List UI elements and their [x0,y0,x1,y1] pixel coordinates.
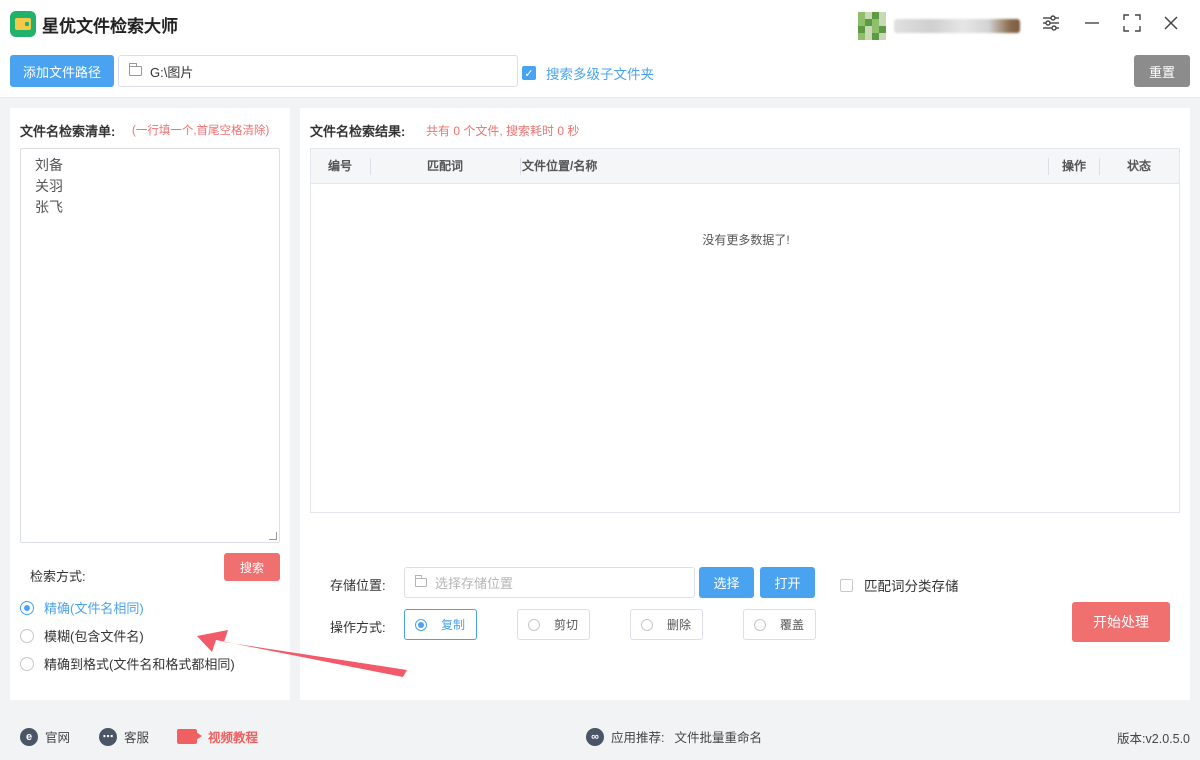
version-label: 版本:v2.0.5.0 [1117,732,1190,746]
folder-icon [129,63,142,76]
ie-icon: e [20,727,38,746]
path-input[interactable]: G:\图片 [118,55,518,87]
radio-icon[interactable] [641,618,653,631]
recommend-app-link[interactable]: 文件批量重命名 [674,727,762,746]
app-title: 星优文件检索大师 [42,17,178,36]
search-list-panel: 文件名检索清单: (一行填一个,首尾空格清除) 刘备 关羽 张飞 检索方式: 搜… [10,108,290,700]
recommend-label: 应用推荐: [611,731,665,745]
search-list-title: 文件名检索清单: [20,124,116,139]
search-button[interactable]: 搜索 [224,553,280,581]
names-textarea[interactable]: 刘备 关羽 张飞 [20,148,280,543]
empty-message: 没有更多数据了! [702,233,790,247]
search-mode-label: 检索方式: [30,569,86,584]
results-panel: 文件名检索结果: 共有 0 个文件, 搜索耗时 0 秒 编号 匹配词 文件位置/… [300,108,1190,700]
column-header: 操作 [1062,159,1087,173]
name-line: 关羽 [35,178,63,194]
settings-icon[interactable] [1040,12,1062,34]
op-copy-radio[interactable]: 复制 [404,609,477,640]
user-account[interactable] [858,12,1020,40]
op-overwrite-radio[interactable]: 覆盖 [743,609,816,640]
radio-selected-icon[interactable] [415,618,427,631]
mode-label: 模糊(包含文件名) [44,629,144,644]
store-location-input[interactable]: 选择存储位置 [404,567,695,598]
app-logo-icon [10,11,36,37]
resize-handle[interactable] [269,532,277,540]
maximize-icon[interactable] [1121,12,1143,34]
operation-label: 操作方式: [330,620,386,635]
minimize-icon[interactable] [1081,12,1103,34]
footer-bar: e 官网 ⋯ 客服 视频教程 ∞ 应用推荐: 文件批量重命名 版本:v2.0.5… [0,710,1200,760]
radio-icon[interactable] [754,618,766,631]
column-divider[interactable] [1048,158,1049,175]
column-divider[interactable] [520,158,521,175]
results-title: 文件名检索结果: [310,124,406,139]
mode-label: 精确(文件名相同) [44,601,144,616]
path-toolbar: 添加文件路径 G:\图片 ✓ 搜索多级子文件夹 重置 [0,46,1200,98]
website-label: 官网 [45,731,71,745]
op-label: 删除 [667,618,692,632]
link-icon: ∞ [586,727,604,746]
name-line: 张飞 [35,199,63,215]
mode-exact-radio[interactable]: 精确(文件名相同) [20,598,144,617]
service-label: 客服 [124,731,150,745]
mode-format-radio[interactable]: 精确到格式(文件名和格式都相同) [20,654,235,673]
column-header: 匹配词 [427,159,464,173]
store-location-label: 存储位置: [330,578,386,593]
recommend-area: ∞ 应用推荐: 文件批量重命名 [586,727,762,746]
video-tutorial-link[interactable]: 视频教程 [177,727,258,746]
op-cut-radio[interactable]: 剪切 [517,609,590,640]
name-line: 刘备 [35,157,63,173]
op-delete-radio[interactable]: 删除 [630,609,703,640]
radio-icon[interactable] [20,656,34,671]
table-header: 编号 匹配词 文件位置/名称 操作 状态 [311,149,1179,184]
mode-label: 精确到格式(文件名和格式都相同) [44,657,235,672]
checkbox-box[interactable] [840,578,853,592]
subfolder-label: 搜索多级子文件夹 [546,67,654,82]
path-value: G:\图片 [150,64,194,80]
op-label: 剪切 [554,618,579,632]
column-header: 状态 [1127,159,1152,173]
chat-icon: ⋯ [99,727,117,746]
open-button[interactable]: 打开 [760,567,815,598]
radio-selected-icon[interactable] [20,600,34,615]
service-link[interactable]: ⋯ 客服 [99,727,149,746]
avatar[interactable] [858,12,886,40]
choose-button[interactable]: 选择 [699,567,754,598]
check-icon[interactable]: ✓ [522,66,536,80]
video-icon [177,729,202,744]
column-header: 编号 [328,159,353,173]
column-divider[interactable] [1099,158,1100,175]
video-label: 视频教程 [208,731,259,745]
results-stat: 共有 0 个文件, 搜索耗时 0 秒 [426,124,580,138]
username-blurred [894,19,1020,33]
store-placeholder: 选择存储位置 [435,576,514,591]
op-label: 复制 [441,618,466,632]
add-path-button[interactable]: 添加文件路径 [10,55,114,87]
radio-icon[interactable] [528,618,540,631]
radio-icon[interactable] [20,628,34,643]
results-table: 编号 匹配词 文件位置/名称 操作 状态 没有更多数据了! [310,148,1180,513]
column-header: 文件位置/名称 [522,159,598,173]
reset-button[interactable]: 重置 [1134,55,1190,87]
classify-label: 匹配词分类存储 [864,579,959,594]
search-list-hint: (一行填一个,首尾空格清除) [132,125,270,137]
website-link[interactable]: e 官网 [20,727,70,746]
op-label: 覆盖 [780,618,805,632]
close-icon[interactable] [1160,12,1182,34]
start-processing-button[interactable]: 开始处理 [1072,602,1170,642]
folder-icon [415,575,427,587]
classify-checkbox[interactable]: 匹配词分类存储 [840,575,959,595]
subfolder-checkbox[interactable]: ✓ 搜索多级子文件夹 [522,63,654,83]
mode-fuzzy-radio[interactable]: 模糊(包含文件名) [20,626,144,645]
column-divider[interactable] [370,158,371,175]
title-bar: 星优文件检索大师 [0,0,1200,46]
